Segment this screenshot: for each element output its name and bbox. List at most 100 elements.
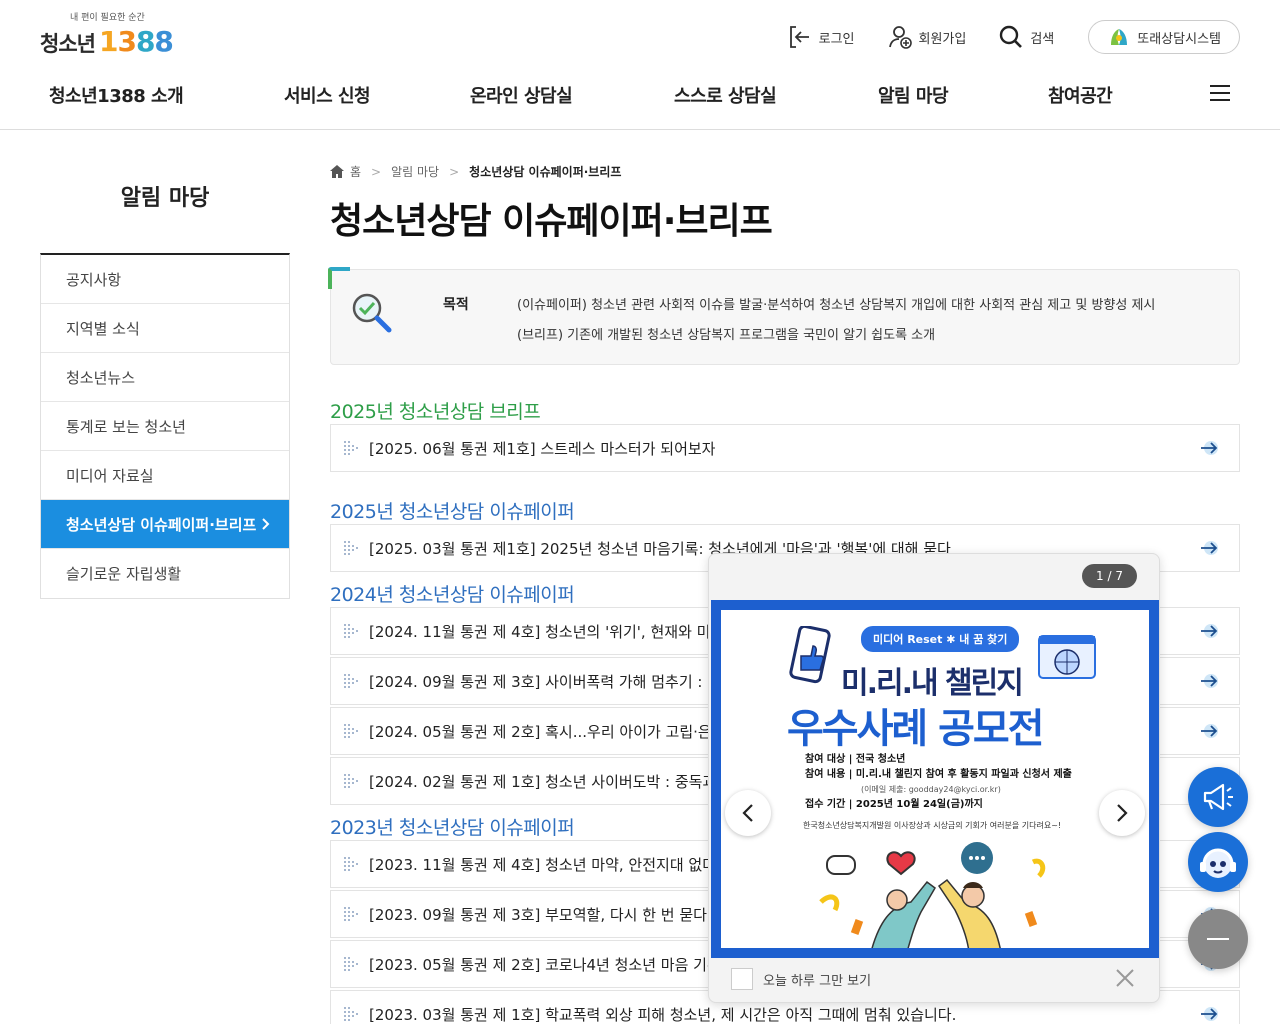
sidebar-item-label: 청소년상담 이슈페이퍼·브리프 <box>66 515 257 534</box>
document-dots-icon <box>344 724 358 738</box>
user-add-icon <box>888 26 912 49</box>
list-item-title: [2024. 09월 통권 제 3호] 사이버폭력 가해 멈추기 : 현 <box>369 672 722 691</box>
sidebar-title: 알림 마당 <box>120 186 210 211</box>
page-title: 청소년상담 이슈페이퍼·브리프 <box>330 201 773 242</box>
section-title-issue-2024: 2024년 청소년상담 이슈페이퍼 <box>330 584 575 606</box>
arrow-right-icon <box>1201 624 1218 638</box>
breadcrumb-separator-icon: > <box>371 164 382 179</box>
breadcrumb-parent[interactable]: 알림 마당 <box>391 163 439 180</box>
document-dots-icon <box>344 441 358 455</box>
sidebar-item-regional-news[interactable]: 지역별 소식 <box>41 304 289 353</box>
section-title-issue-2023: 2023년 청소년상담 이슈페이퍼 <box>330 817 575 839</box>
banner-tag: 미디어 Reset ✱ 내 꿈 찾기 <box>861 626 1020 652</box>
popup-banner-frame[interactable]: 미디어 Reset ✱ 내 꿈 찾기 미.리.내 챌린지 우수사례 공모전 참여… <box>711 600 1159 958</box>
list-item-title: [2024. 11월 통권 제 4호] 청소년의 '위기', 현재와 미래를 <box>369 622 739 641</box>
sidebar-item-media[interactable]: 미디어 자료실 <box>41 451 289 500</box>
arrow-right-icon <box>1201 441 1218 455</box>
close-icon[interactable] <box>1115 968 1135 988</box>
sidebar-item-youth-news[interactable]: 청소년뉴스 <box>41 353 289 402</box>
announcement-button[interactable] <box>1188 767 1248 827</box>
login-link[interactable]: 로그인 <box>787 24 855 50</box>
document-dots-icon <box>344 907 358 921</box>
peer-counseling-system-button[interactable]: 또래상담시스템 <box>1088 20 1240 54</box>
arrow-right-icon <box>1201 724 1218 738</box>
banner-target: 참여 대상 | 전국 청소년 <box>805 754 906 765</box>
document-dots-icon <box>344 957 358 971</box>
headset-counselor-icon <box>1200 848 1236 878</box>
login-icon <box>789 26 809 48</box>
collapse-menu-button[interactable] <box>1188 909 1248 969</box>
arrow-right-icon <box>1201 541 1218 555</box>
corner-accent <box>328 267 350 289</box>
list-item-title: [2024. 02월 통권 제 1호] 청소년 사이버도박 : 중독과 <box>369 772 717 791</box>
chevron-left-icon <box>742 804 753 822</box>
search-link[interactable]: 검색 <box>998 24 1054 50</box>
dont-show-today-label[interactable]: 오늘 하루 그만 보기 <box>763 970 871 989</box>
nav-notice[interactable]: 알림 마당 <box>878 82 949 108</box>
document-dots-icon <box>344 624 358 638</box>
sidebar-menu: 공지사항 지역별 소식 청소년뉴스 통계로 보는 청소년 미디어 자료실 청소년… <box>40 253 290 599</box>
chevron-right-icon <box>1117 804 1128 822</box>
utility-menu: 로그인 회원가입 검색 또래상담시스템 <box>787 20 1240 54</box>
home-icon[interactable] <box>330 165 344 178</box>
nav-participation[interactable]: 참여공간 <box>1048 82 1113 108</box>
popup-footer: 오늘 하루 그만 보기 <box>709 956 1159 1002</box>
list-item-title: [2023. 11월 통권 제 4호] 청소년 마약, 안전지대 없다 <box>369 855 716 874</box>
popup-counter: 1 / 7 <box>1082 564 1137 588</box>
banner-title-contest: 우수사례 공모전 <box>787 706 1045 752</box>
sidebar-item-notice[interactable]: 공지사항 <box>41 255 289 304</box>
purpose-label: 목적 <box>443 297 469 313</box>
phone-thumbs-up-icon <box>789 626 831 684</box>
banner-content: 참여 내용 | 미.리.내 챌린지 참여 후 활동지 파일과 신청서 제출 <box>805 769 1072 780</box>
popup-next-button[interactable] <box>1099 790 1145 836</box>
logo-number: 1388 <box>98 25 174 58</box>
logo-tagline: 내 편이 필요한 순간 <box>70 13 145 23</box>
purpose-brief: (브리프) 기존에 개발된 청소년 상담복지 프로그램을 국민이 알기 쉽도록 … <box>517 328 936 343</box>
signup-link[interactable]: 회원가입 <box>887 24 966 50</box>
banner-info: 참여 대상 | 전국 청소년 참여 내용 | 미.리.내 챌린지 참여 후 활동… <box>805 752 1072 812</box>
logo-text: 청소년 <box>40 32 96 56</box>
celebration-illustration <box>819 842 1046 948</box>
breadcrumb: 홈 > 알림 마당 > 청소년상담 이슈페이퍼·브리프 <box>330 163 621 180</box>
sidebar-item-issue-paper[interactable]: 청소년상담 이슈페이퍼·브리프 <box>41 500 289 549</box>
magnifier-check-icon <box>352 293 392 333</box>
breadcrumb-separator-icon: > <box>449 164 460 179</box>
nav-about[interactable]: 청소년1388 소개 <box>49 82 184 108</box>
browser-globe-icon <box>1038 635 1096 679</box>
document-dots-icon <box>344 857 358 871</box>
nav-service[interactable]: 서비스 신청 <box>284 82 371 108</box>
arrow-right-icon <box>1201 674 1218 688</box>
event-popup: 1 / 7 미디어 Reset ✱ 내 꿈 찾기 미.리.내 챌린지 우수사례 … <box>708 553 1160 1003</box>
purpose-issue-paper: (이슈페이퍼) 청소년 관련 사회적 이슈를 발굴·분석하여 청소년 상담복지 … <box>517 298 1156 313</box>
site-header: 내 편이 필요한 순간 청소년 1388 로그인 회원가입 검색 또래상담시스템… <box>0 0 1280 130</box>
section-title-issue-2025: 2025년 청소년상담 이슈페이퍼 <box>330 501 575 523</box>
purpose-box: 목적 (이슈페이퍼) 청소년 관련 사회적 이슈를 발굴·분석하여 청소년 상담… <box>328 267 1240 365</box>
document-dots-icon <box>344 674 358 688</box>
sidebar-item-independent-life[interactable]: 슬기로운 자립생활 <box>41 549 289 598</box>
document-dots-icon <box>344 541 358 555</box>
document-dots-icon <box>344 1007 358 1021</box>
list-item-title: [2023. 05월 통권 제 2호] 코로나4년 청소년 마음 기록 <box>369 955 721 974</box>
sidebar-item-statistics[interactable]: 통계로 보는 청소년 <box>41 402 289 451</box>
document-dots-icon <box>344 774 358 788</box>
nav-online-counseling[interactable]: 온라인 상담실 <box>470 82 573 108</box>
banner-email: (이메일 제출: goodday24@kyci.or.kr) <box>861 785 1001 794</box>
breadcrumb-current: 청소년상담 이슈페이퍼·브리프 <box>469 165 622 179</box>
list-item-title: [2023. 03월 통권 제 1호] 학교폭력 외상 피해 청소년, 제 시간… <box>369 1005 957 1024</box>
nav-self-counseling[interactable]: 스스로 상담실 <box>674 82 777 108</box>
section-title-brief-2025: 2025년 청소년상담 브리프 <box>330 401 541 423</box>
list-item[interactable]: [2025. 06월 통권 제1호] 스트레스 마스터가 되어보자 <box>330 424 1240 472</box>
banner-footnote: 한국청소년상담복지개발원 이사장상과 시상금의 기회가 여러분을 기다려요~! <box>803 821 1062 830</box>
popup-banner[interactable]: 미디어 Reset ✱ 내 꿈 찾기 미.리.내 챌린지 우수사례 공모전 참여… <box>721 610 1149 948</box>
list-item-title: [2024. 05월 통권 제 2호] 혹시...우리 아이가 고립·은둔 <box>369 722 726 741</box>
site-logo[interactable]: 내 편이 필요한 순간 청소년 1388 <box>40 10 174 58</box>
breadcrumb-home[interactable]: 홈 <box>350 163 361 180</box>
counselor-chat-button[interactable] <box>1188 832 1248 892</box>
list-item-title: [2023. 09월 통권 제 3호] 부모역할, 다시 한 번 묻다 <box>369 905 707 924</box>
hamburger-menu-icon[interactable] <box>1210 84 1230 102</box>
dont-show-today-checkbox[interactable] <box>731 968 753 990</box>
minus-icon <box>1207 938 1229 940</box>
banner-period: 접수 기간 | 2025년 10월 24일(금)까지 <box>805 799 983 810</box>
peer-system-icon <box>1111 29 1128 45</box>
popup-prev-button[interactable] <box>725 790 771 836</box>
